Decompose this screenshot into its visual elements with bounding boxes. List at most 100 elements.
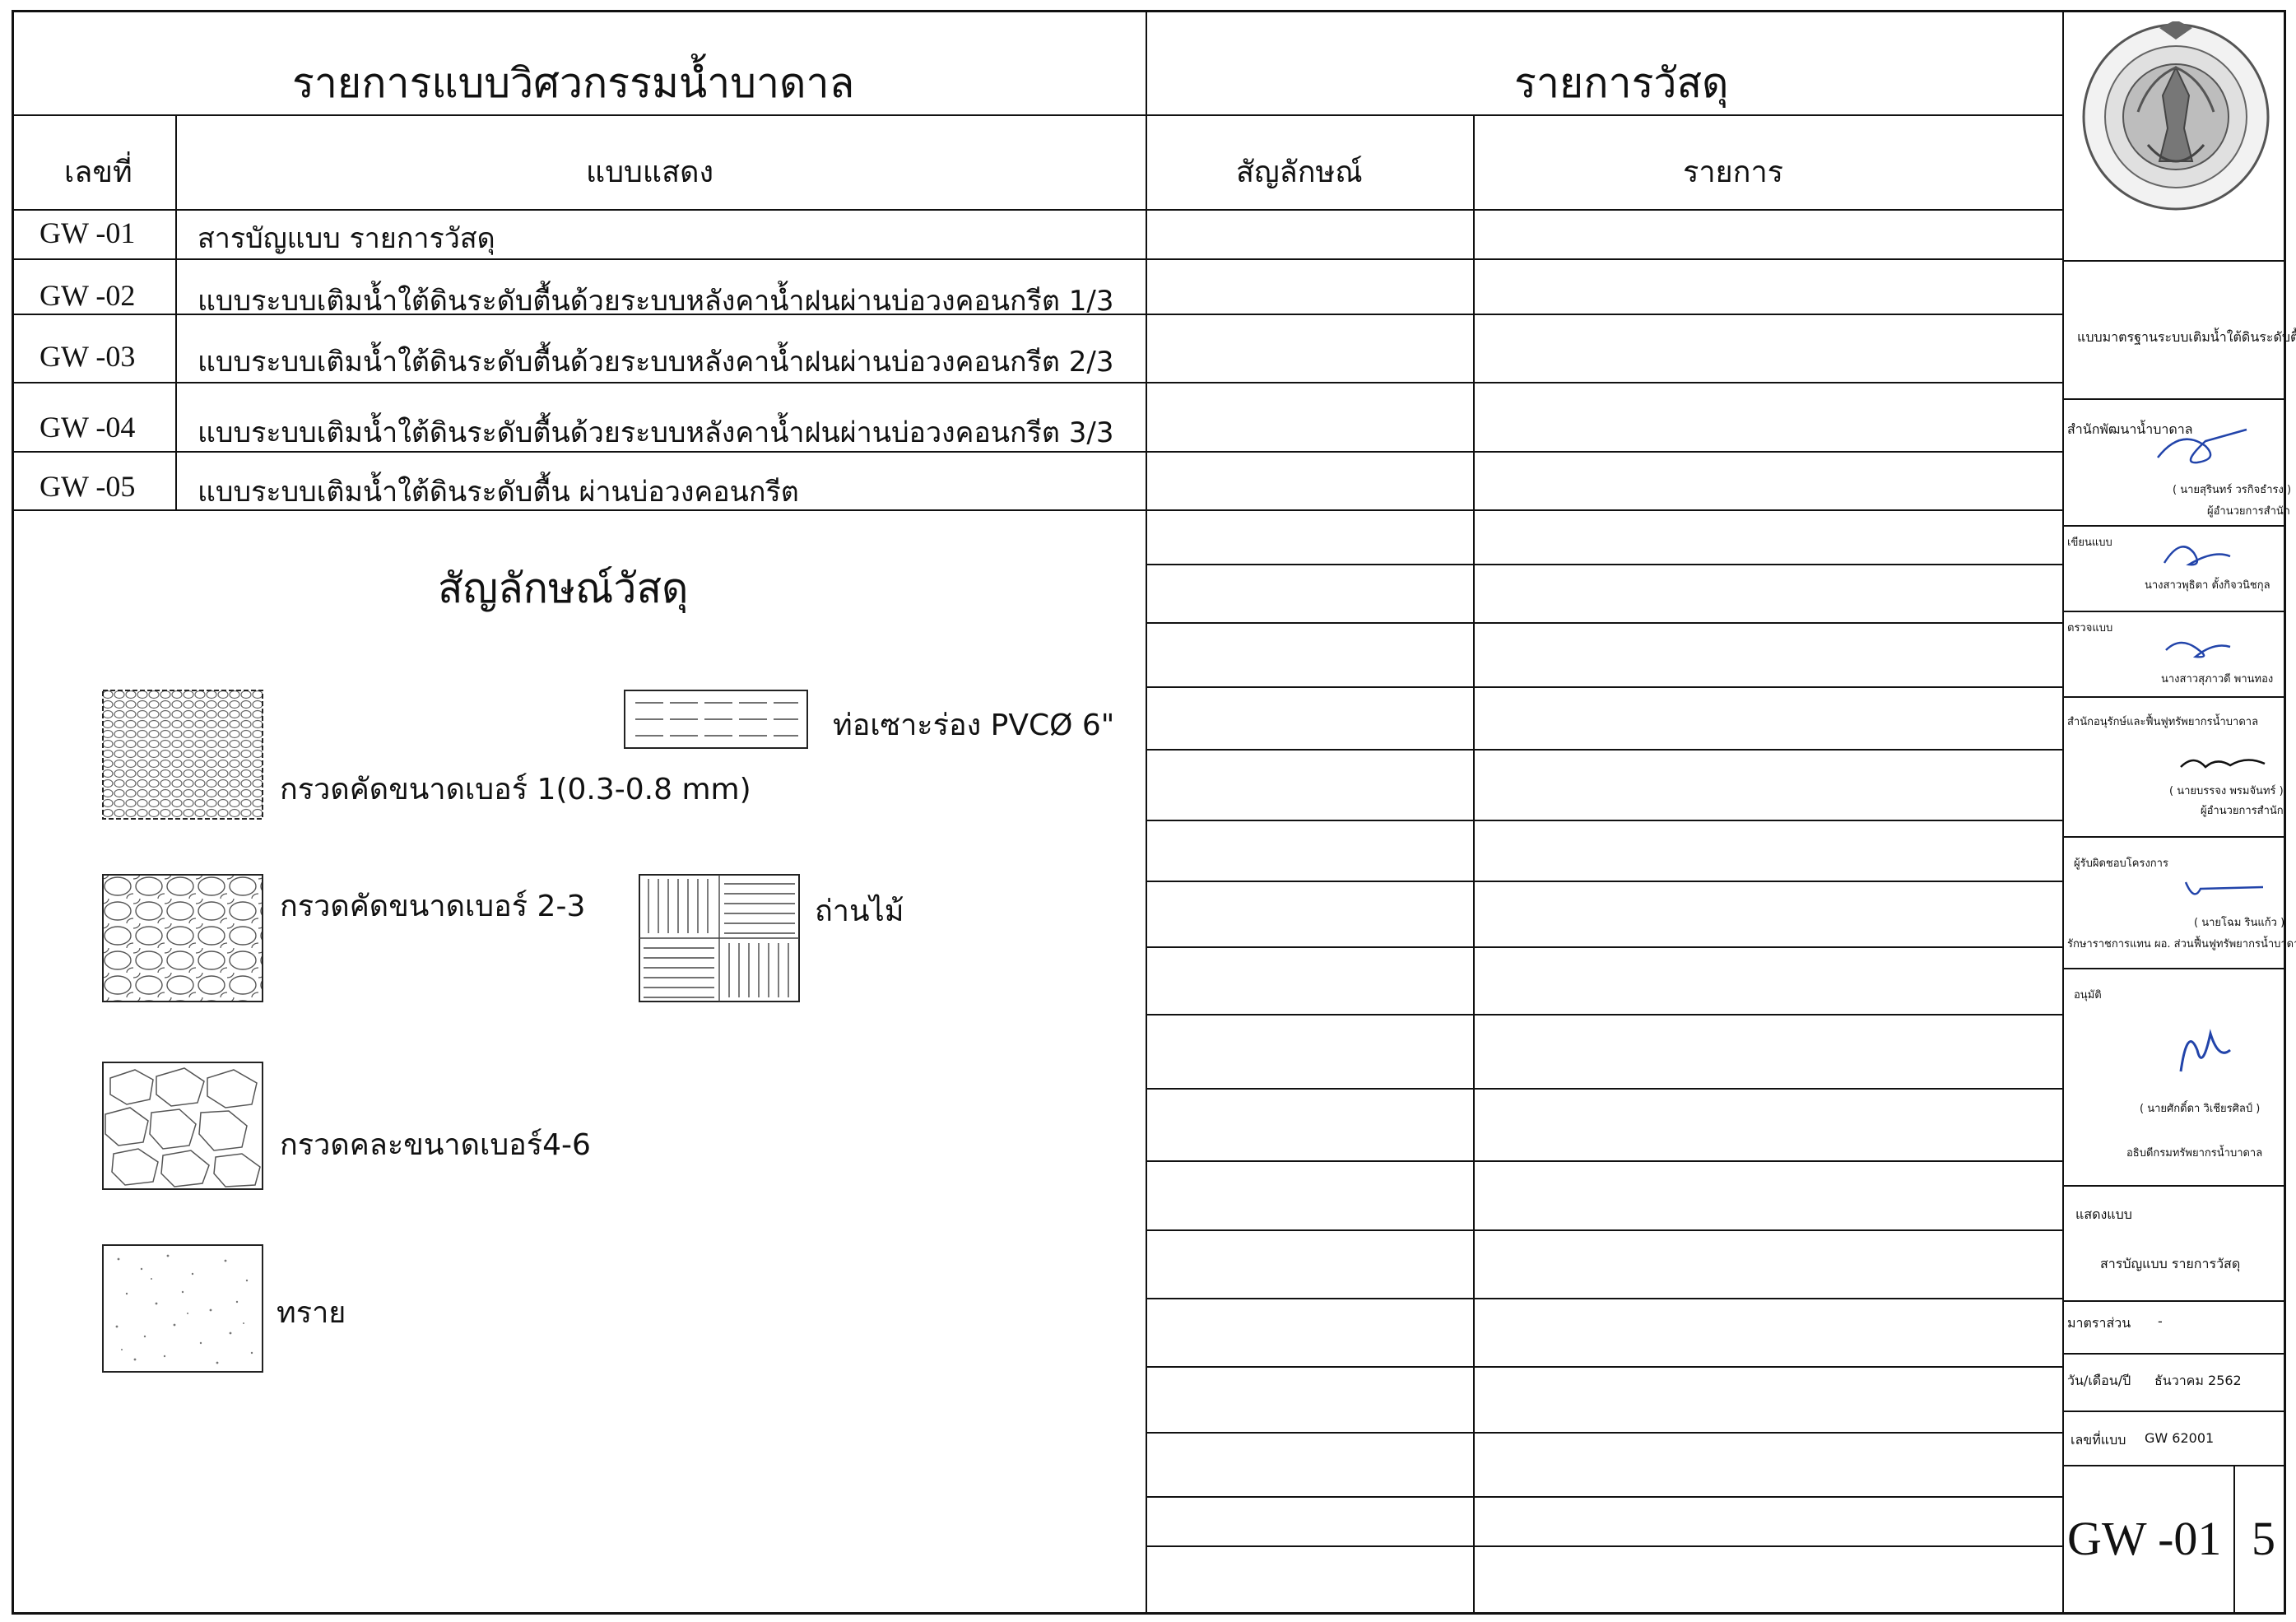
legend-label-charcoal: ถ่านไม้ — [815, 895, 904, 928]
scale-value: - — [2158, 1313, 2163, 1329]
col-header-no: เลขที่ — [64, 156, 132, 189]
signer-1-name: ( นายสุรินทร์ วรกิจธำรง ) — [2173, 484, 2292, 496]
approver-name: ( นายศักดิ์ดา วิเชียรศิลป์ ) — [2140, 1103, 2261, 1115]
designer-name: นางสาวพุธิตา ตั้งกิจวนิชกุล — [2145, 579, 2270, 592]
table-row-no: GW -03 — [40, 340, 136, 373]
gravel-coarse-hatch-icon — [102, 1062, 263, 1190]
legend-label-gravel23: กรวดคัดขนาดเบอร์ 2-3 — [280, 890, 586, 923]
material-row-line — [1146, 749, 2062, 751]
material-row-line — [1146, 1545, 2062, 1547]
office-label-2: สำนักอนุรักษ์และฟื้นฟูทรัพยากรน้ำบาดาล — [2067, 716, 2259, 728]
approver-role: อธิบดีกรมทรัพยากรน้ำบาดาล — [2126, 1147, 2263, 1160]
divider — [2062, 525, 2286, 527]
material-row-line — [1146, 1298, 2062, 1299]
divider — [2062, 696, 2286, 698]
divider — [2062, 968, 2286, 969]
project-title: แบบมาตรฐานระบบเติมน้ำใต้ดินระดับตื้น — [2077, 329, 2296, 345]
table-row-desc: แบบระบบเติมน้ำใต้ดินระดับตื้นด้วยระบบหลั… — [198, 285, 1114, 318]
scale-label: มาตราส่วน — [2067, 1315, 2131, 1331]
material-row-line — [1146, 1229, 2062, 1231]
divider — [2062, 1353, 2286, 1355]
divider — [2062, 1465, 2286, 1466]
material-row-line — [1146, 946, 2062, 948]
col-header-symbol: สัญลักษณ์ — [1236, 156, 1363, 189]
divider — [1146, 10, 1147, 1615]
divider — [1473, 114, 1475, 1615]
divider — [2062, 1411, 2286, 1412]
pvc-pipe-hatch-icon — [624, 690, 808, 749]
table-row-desc: แบบระบบเติมน้ำใต้ดินระดับตื้นด้วยระบบหลั… — [198, 416, 1114, 449]
material-row-line — [1146, 1366, 2062, 1368]
divider — [2062, 260, 2286, 262]
date-value: ธันวาคม 2562 — [2154, 1373, 2242, 1388]
table-row-desc: แบบระบบเติมน้ำใต้ดินระดับตื้นด้วยระบบหลั… — [198, 346, 1114, 379]
sheet-code: GW -01 — [2067, 1512, 2222, 1565]
table-row-no: GW -04 — [40, 411, 136, 444]
material-row-line — [1146, 1014, 2062, 1015]
legend-title: สัญลักษณ์วัสดุ — [438, 565, 689, 612]
material-row-line — [1146, 686, 2062, 688]
signer-2-role: ผู้อำนวยการสำนัก — [2201, 805, 2284, 817]
material-row-line — [1146, 451, 2062, 453]
divider — [2233, 1465, 2235, 1615]
material-list-title: รายการวัสดุ — [1514, 59, 1729, 107]
table-row-desc: แบบระบบเติมน้ำใต้ดินระดับตื้น ผ่านบ่อวงค… — [198, 476, 799, 509]
legend-label-sand: ทราย — [277, 1296, 346, 1330]
department-seal-icon — [2082, 21, 2270, 211]
divider — [12, 209, 2064, 211]
divider — [2062, 398, 2286, 400]
signer-2-name: ( นายบรรจง พรมจันทร์ ) — [2169, 785, 2284, 797]
signature-2-icon — [2163, 546, 2231, 566]
show-value: สารบัญแบบ รายการวัสดุ — [2100, 1256, 2241, 1271]
divider — [12, 114, 2064, 116]
divider — [2062, 611, 2286, 612]
drawing-no-label: เลขที่แบบ — [2071, 1432, 2126, 1448]
signature-3-icon — [2165, 641, 2231, 658]
signature-4-icon — [2180, 759, 2266, 769]
col-header-item: รายการ — [1683, 156, 1783, 189]
material-row-line — [1146, 1432, 2062, 1434]
table-row-no: GW -02 — [40, 279, 136, 312]
checker-name: นางสาวสุภาวดี พานทอง — [2161, 673, 2274, 686]
date-label: วัน/เดือน/ปี — [2067, 1373, 2131, 1388]
show-label: แสดงแบบ — [2075, 1206, 2132, 1222]
legend-label-pvc: ท่อเซาะร่อง PVCØ 6" — [833, 709, 1115, 742]
divider — [2062, 836, 2286, 838]
material-row-line — [1146, 509, 2062, 511]
material-row-line — [1146, 1088, 2062, 1090]
approve-label: อนุมัติ — [2074, 989, 2102, 1002]
sheet-number: 5 — [2252, 1512, 2275, 1565]
material-row-line — [1146, 820, 2062, 821]
material-row-line — [1146, 314, 2062, 315]
divider — [12, 258, 1147, 260]
table-row-no: GW -05 — [40, 470, 136, 503]
material-row-line — [1146, 622, 2062, 624]
signature-1-icon — [2157, 428, 2247, 464]
pm-label: ผู้รับผิดชอบโครงการ — [2074, 857, 2168, 870]
gravel-medium-hatch-icon — [102, 874, 263, 1002]
sand-hatch-icon — [102, 1244, 263, 1373]
material-row-line — [1146, 564, 2062, 565]
signer-1-role: ผู้อำนวยการสำนัก — [2207, 505, 2290, 518]
material-row-line — [1146, 1160, 2062, 1162]
legend-label-gravel46: กรวดคละขนาดเบอร์4-6 — [280, 1128, 591, 1162]
drawing-no-value: GW 62001 — [2145, 1430, 2215, 1446]
col-header-drawing: แบบแสดง — [586, 156, 714, 189]
divider — [2062, 10, 2064, 1615]
charcoal-hatch-icon — [639, 874, 800, 1002]
divider — [2062, 1300, 2286, 1302]
legend-label-gravel1: กรวดคัดขนาดเบอร์ 1(0.3-0.8 mm) — [280, 773, 751, 806]
designer-label: เขียนแบบ — [2067, 537, 2112, 549]
gravel-fine-hatch-icon — [102, 690, 263, 820]
drawing-list-title: รายการแบบวิศวกรรมน้ำบาดาล — [292, 59, 855, 107]
signature-6-icon — [2179, 1029, 2231, 1072]
table-row-desc: สารบัญแบบ รายการวัสดุ — [198, 222, 495, 255]
table-row-no: GW -01 — [40, 216, 136, 249]
divider — [2062, 1185, 2286, 1187]
pm-name: ( นายโฉม รินแก้ว ) — [2194, 917, 2285, 929]
material-row-line — [1146, 881, 2062, 882]
checker-label: ตรวจแบบ — [2067, 622, 2113, 634]
signature-5-icon — [2184, 881, 2264, 895]
material-row-line — [1146, 382, 2062, 383]
material-row-line — [1146, 258, 2062, 260]
